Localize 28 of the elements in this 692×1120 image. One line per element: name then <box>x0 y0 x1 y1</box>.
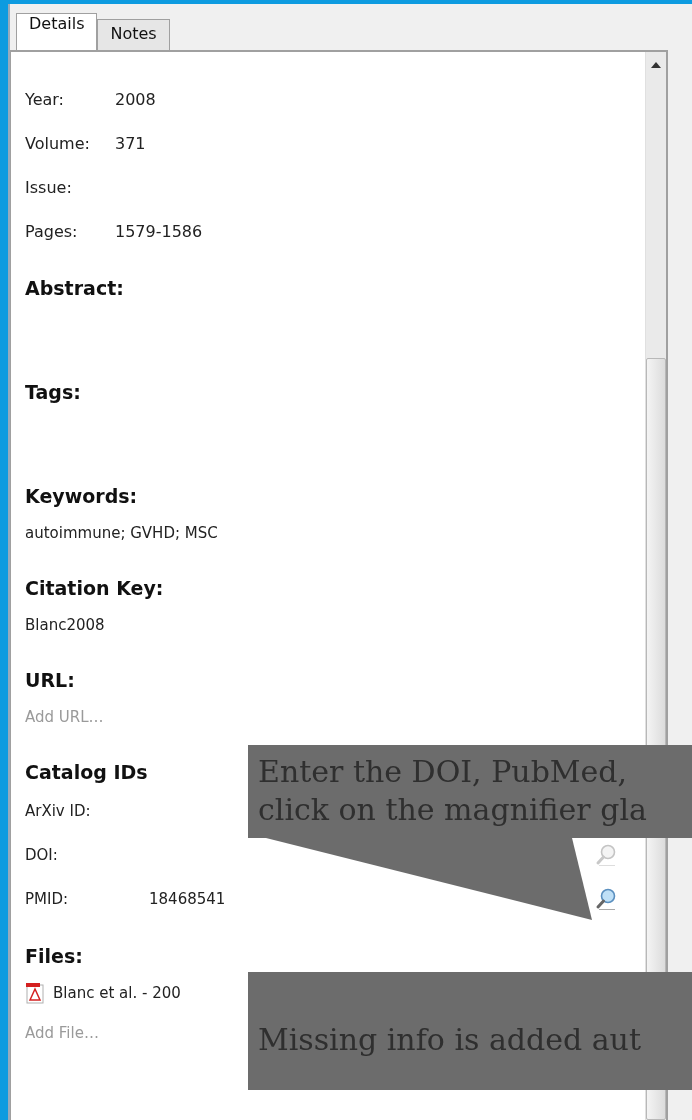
field-value[interactable]: 1579-1586 <box>115 221 203 241</box>
tab[interactable]: Notes <box>97 19 170 50</box>
callout: Enter the DOI, PubMed, click on the magnifier gla <box>248 745 692 838</box>
id-label: ArXiv ID: <box>25 802 92 820</box>
tab[interactable]: Details <box>16 13 98 50</box>
section-heading: Files: <box>25 944 83 969</box>
section-value[interactable]: Blanc2008 <box>25 616 105 634</box>
section-heading: URL: <box>25 668 75 693</box>
field-value[interactable]: 2008 <box>115 89 156 109</box>
pdf-icon <box>25 982 45 1004</box>
section-heading: Keywords: <box>25 484 138 509</box>
id-value[interactable]: 18468541 <box>149 890 226 908</box>
section-heading: Citation Key: <box>25 576 164 601</box>
section-heading: Catalog IDs <box>25 760 148 785</box>
scroll-up-icon[interactable] <box>651 62 661 68</box>
field-label: Volume: <box>25 133 91 153</box>
callout: Missing info is added aut <box>248 972 692 1090</box>
field-label: Year: <box>25 89 65 109</box>
field-label: Pages: <box>25 221 79 241</box>
section-heading: Tags: <box>25 380 81 405</box>
file-link[interactable]: Blanc et al. - 200 <box>53 984 181 1002</box>
id-label: PMID: <box>25 890 69 908</box>
field-value[interactable]: 371 <box>115 133 146 153</box>
id-label: DOI: <box>25 846 59 864</box>
section-value[interactable]: autoimmune; GVHD; MSC <box>25 524 218 542</box>
magnifier-icon[interactable] <box>595 887 617 911</box>
field-label: Issue: <box>25 177 73 197</box>
section-heading: Abstract: <box>25 276 124 301</box>
